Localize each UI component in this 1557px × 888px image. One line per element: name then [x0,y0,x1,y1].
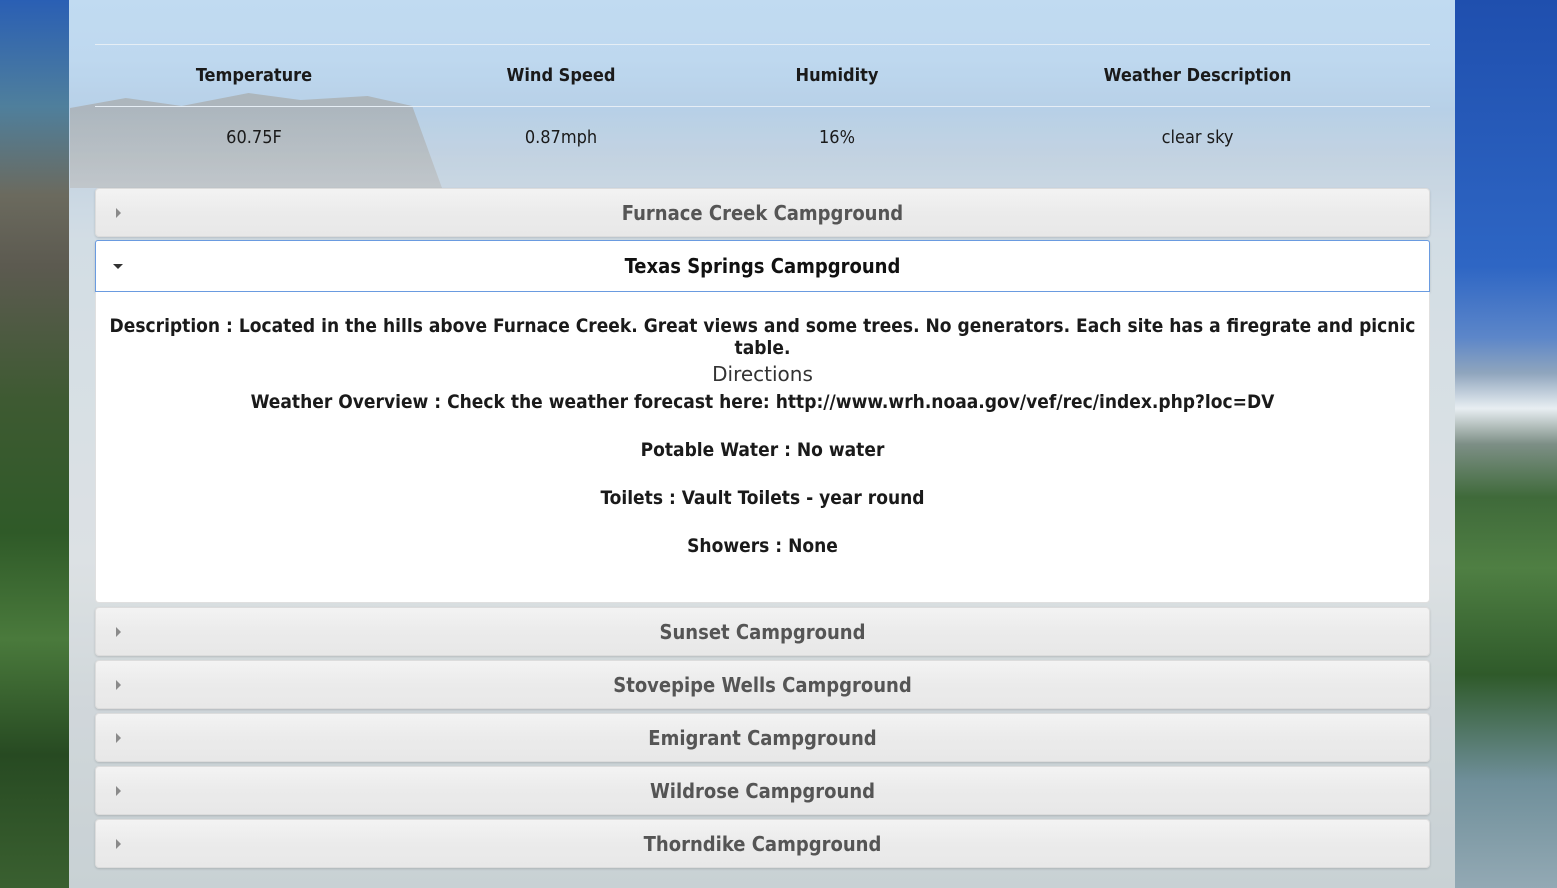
accordion-thorndike[interactable]: Thorndike Campground [95,819,1430,868]
accordion-wildrose[interactable]: Wildrose Campground [95,766,1430,815]
weather-overview-value: Check the weather forecast here: http://… [447,391,1275,413]
separator: : [769,535,789,557]
potable-water-label: Potable Water [640,439,779,461]
detail-description: Description : Located in the hills above… [96,315,1429,359]
description-label: Description [109,315,221,337]
accordion-title: Sunset Campground [659,620,866,644]
header-humidity: Humidity [795,65,879,86]
accordion-panel-texas-springs: Description : Located in the hills above… [95,292,1430,603]
showers-label: Showers [687,535,770,557]
separator: : [778,439,797,461]
value-humidity: 16% [819,127,855,148]
weather-table: Temperature Wind Speed Humidity Weather … [95,44,1430,168]
accordion-sunset[interactable]: Sunset Campground [95,607,1430,656]
detail-potable-water: Potable Water : No water [96,439,1429,461]
accordion-emigrant[interactable]: Emigrant Campground [95,713,1430,762]
background-scenery-right [1455,0,1557,888]
accordion-title: Texas Springs Campground [624,254,901,278]
weather-table-header: Temperature Wind Speed Humidity Weather … [95,45,1430,107]
background-scenery-left [0,0,70,888]
toilets-label: Toilets [600,487,663,509]
directions-link[interactable]: Directions [96,362,1429,386]
weather-overview-label: Weather Overview [250,391,429,413]
accordion-title: Thorndike Campground [643,832,882,856]
separator: : [220,315,239,337]
header-temperature: Temperature [195,65,313,86]
header-wind-speed: Wind Speed [506,65,616,86]
header-weather-description: Weather Description [1103,65,1292,86]
detail-showers: Showers : None [96,535,1429,557]
separator: : [663,487,682,509]
value-wind-speed: 0.87mph [524,127,598,148]
accordion-title: Wildrose Campground [649,779,876,803]
accordion-texas-springs[interactable]: Texas Springs Campground [95,240,1430,292]
accordion-title: Emigrant Campground [648,726,877,750]
accordion-stovepipe-wells[interactable]: Stovepipe Wells Campground [95,660,1430,709]
accordion-title: Furnace Creek Campground [621,201,904,225]
detail-toilets: Toilets : Vault Toilets - year round [96,487,1429,509]
accordion-furnace-creek[interactable]: Furnace Creek Campground [95,188,1430,237]
toilets-value: Vault Toilets - year round [681,487,925,509]
weather-table-row: 60.75F 0.87mph 16% clear sky [95,107,1430,169]
value-weather-description: clear sky [1161,127,1234,148]
showers-value: None [788,535,838,557]
detail-weather-overview: Weather Overview : Check the weather for… [96,391,1429,413]
description-value: Located in the hills above Furnace Creek… [238,315,1416,359]
value-temperature: 60.75F [226,127,282,148]
separator: : [428,391,448,413]
accordion-title: Stovepipe Wells Campground [613,673,912,697]
potable-water-value: No water [796,439,885,461]
